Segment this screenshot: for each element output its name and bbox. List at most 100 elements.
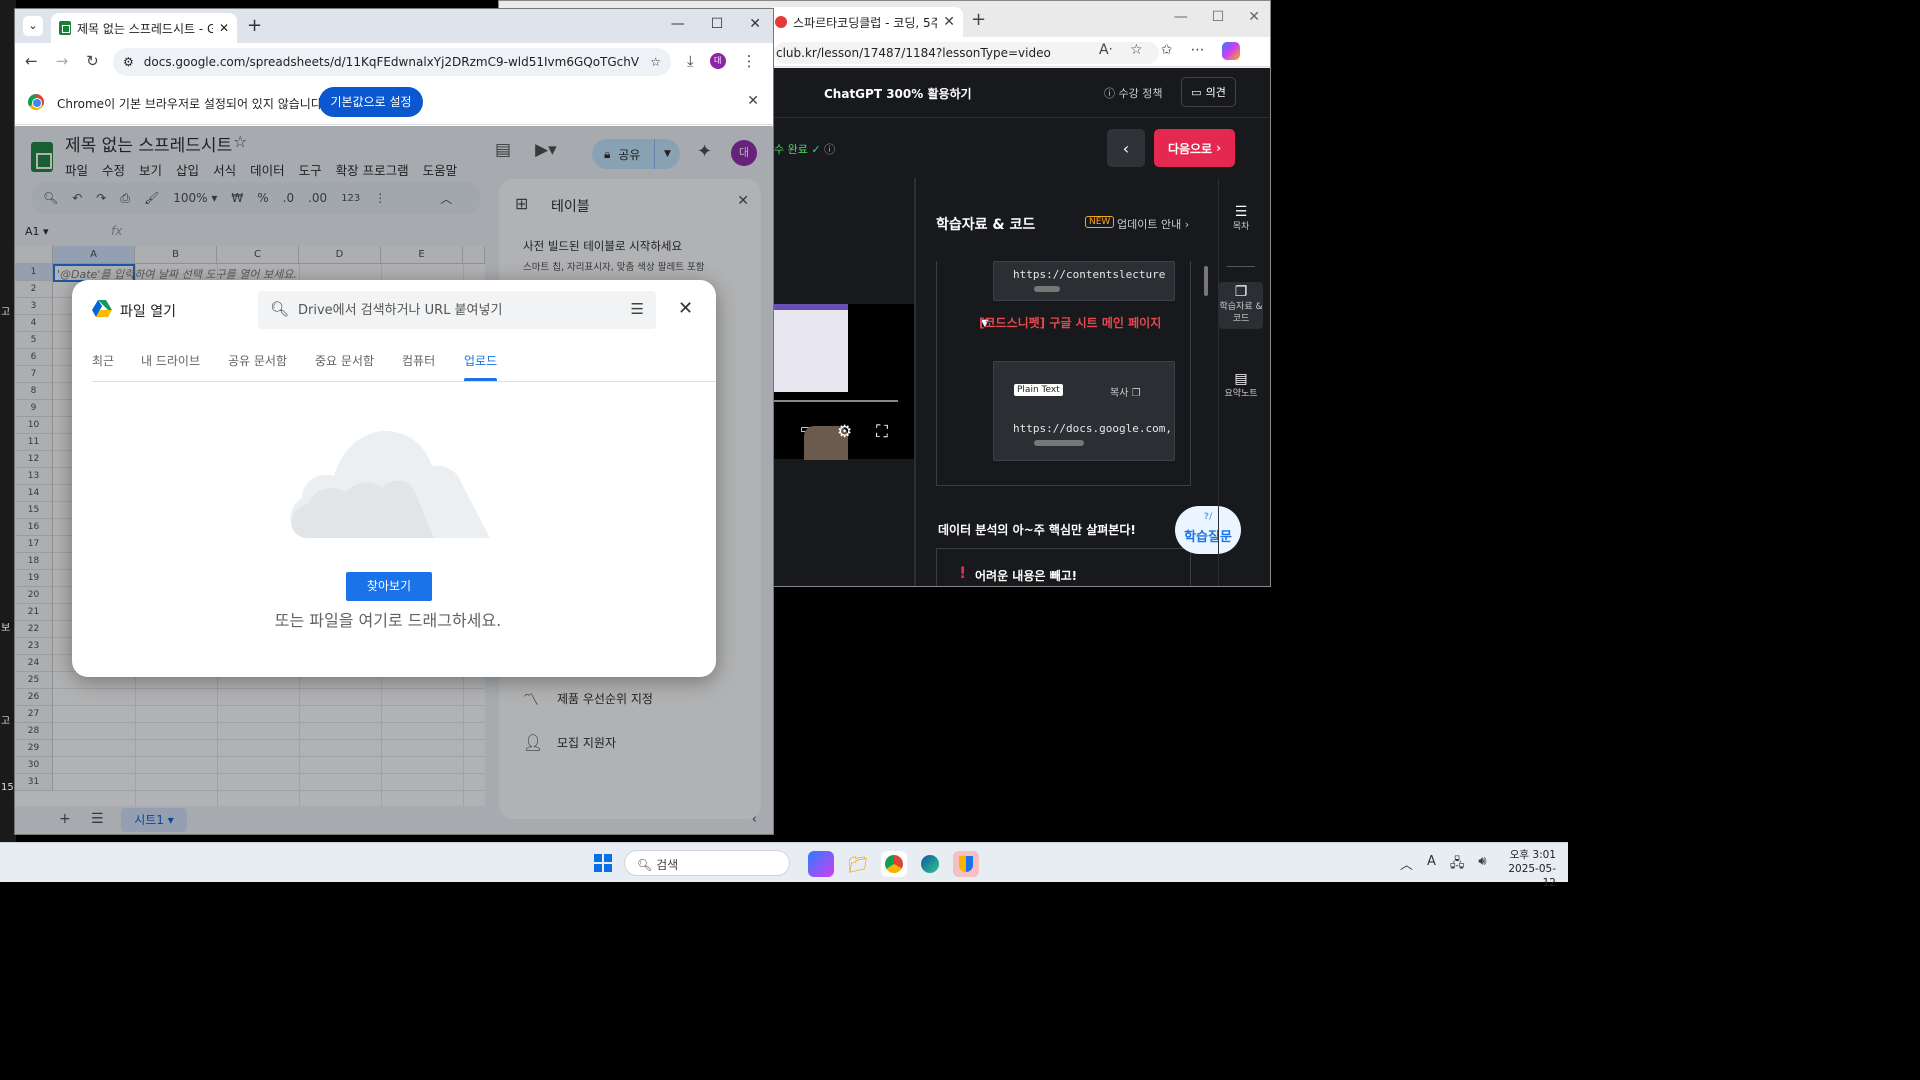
close-window-icon[interactable]: ✕ [749, 16, 761, 32]
close-tab-icon[interactable]: ✕ [219, 21, 229, 35]
chrome-app-icon[interactable] [881, 851, 907, 877]
site-info-icon[interactable]: ⚙ [123, 55, 134, 69]
desktop-icon-label[interactable]: 고 [1, 303, 10, 318]
profile-avatar[interactable]: 대 [709, 53, 726, 69]
side-nav-toc[interactable]: ☰ 목차 [1219, 204, 1263, 233]
chrome-address-bar[interactable]: ⚙ docs.google.com/spreadsheets/d/11KqFEd… [113, 48, 671, 76]
maximize-icon[interactable]: ☐ [711, 16, 724, 32]
video-progress-bar[interactable] [774, 400, 898, 402]
tab-computers[interactable]: 컴퓨터 [402, 352, 435, 369]
clock-date: 2025-05-12 [1508, 863, 1556, 889]
favorites-icon[interactable]: ✩ [1161, 42, 1173, 60]
windows-start-icon[interactable] [594, 854, 612, 872]
drive-search-input[interactable] [298, 299, 608, 321]
desktop-icon-label[interactable]: 고 [1, 712, 10, 727]
favorite-star-icon[interactable]: ☆ [1130, 42, 1143, 60]
tip-box: ! 어려운 내용은 빼고! [936, 548, 1191, 586]
chrome-toolbar: ← → ↻ ⚙ docs.google.com/spreadsheets/d/1… [15, 43, 773, 79]
set-default-button[interactable]: 기본값으로 설정 [319, 87, 423, 117]
chevron-up-icon[interactable]: ︿ [1400, 854, 1413, 876]
edge-window-controls: — ☐ ✕ [1174, 9, 1260, 25]
reload-icon[interactable]: ↻ [86, 52, 99, 70]
minimize-icon[interactable]: — [671, 16, 685, 32]
tab-starred[interactable]: 중요 문서함 [315, 352, 374, 369]
security-shield-icon[interactable] [953, 851, 979, 877]
more-icon[interactable]: ⋯ [1190, 42, 1204, 60]
maximize-icon[interactable]: ☐ [1212, 9, 1225, 25]
panel-scrollbar[interactable] [1204, 266, 1208, 296]
tab-shared[interactable]: 공유 문서함 [228, 352, 287, 369]
close-icon[interactable]: ✕ [747, 93, 759, 109]
horizontal-scrollbar[interactable] [1034, 440, 1084, 446]
tab-upload[interactable]: 업로드 [464, 352, 497, 369]
side-nav-label: 목차 [1232, 222, 1250, 232]
new-tab-icon[interactable]: + [971, 9, 986, 30]
edge-tab[interactable]: 스파르타코딩클럽 - 코딩, 5주만에 ✕ [767, 7, 963, 37]
copilot-app-icon[interactable] [808, 851, 834, 877]
back-arrow-icon[interactable]: ← [25, 52, 38, 70]
filter-options-icon[interactable]: ☰ [631, 300, 644, 318]
copy-button[interactable]: 복사 ❐ [1110, 384, 1141, 399]
sheets-favicon-icon [59, 21, 71, 35]
chevron-right-icon: › [1184, 218, 1190, 231]
settings-gear-icon[interactable]: ⚙ [837, 422, 852, 442]
search-icon: 🔍︎ [637, 858, 657, 872]
desktop-icon-label[interactable]: 15 [1, 782, 14, 793]
taskbar-search-label: 검색 [656, 858, 679, 872]
code-snippet-box: Plain Text 복사 ❐ https://docs.google.com, [993, 361, 1175, 461]
policy-link[interactable]: ⓘ 수강 정책 [1104, 85, 1162, 101]
close-icon[interactable]: ✕ [678, 298, 693, 319]
fullscreen-icon[interactable]: ⛶ [876, 422, 888, 442]
side-nav-label: 요약노트 [1224, 389, 1258, 399]
horizontal-scrollbar[interactable] [1034, 286, 1060, 292]
code-text[interactable]: https://contentslecture [1013, 268, 1173, 281]
desktop-icon-label[interactable]: 보 [1, 619, 10, 634]
policy-label: 수강 정책 [1118, 87, 1163, 100]
opinion-button[interactable]: ▭ 의견 [1181, 77, 1236, 107]
lesson-title: ChatGPT 300% 활용하기 [824, 87, 972, 101]
side-nav-divider [1227, 266, 1255, 267]
minimize-icon[interactable]: — [1174, 9, 1188, 25]
bookmark-star-icon[interactable]: ☆ [650, 55, 661, 69]
browse-button[interactable]: 찾아보기 [346, 572, 432, 601]
download-icon[interactable]: ⤓ [687, 52, 694, 70]
clock-time: 오후 3:01 [1509, 849, 1556, 861]
list-icon: ☰ [1234, 204, 1248, 220]
file-explorer-icon[interactable]: 📁︎ [845, 851, 871, 877]
section-heading: 데이터 분석의 아~주 핵심만 살펴본다! [938, 523, 1136, 537]
volume-icon[interactable]: 🔊︎ [1478, 854, 1486, 876]
tab-my-drive[interactable]: 내 드라이브 [141, 352, 200, 369]
read-aloud-icon[interactable]: Aᐧ [1099, 42, 1112, 60]
system-tray: ︿ A 🖧︎ 🔊︎ [1400, 854, 1487, 876]
code-text[interactable]: https://docs.google.com, [1013, 422, 1173, 435]
side-nav-label: 학습자료 & 코드 [1219, 302, 1263, 324]
kebab-menu-icon[interactable]: ⋮ [742, 52, 757, 70]
taskbar-clock[interactable]: 오후 3:01 2025-05-12 [1498, 848, 1556, 890]
file-open-dialog: 파일 열기 🔍︎ ☰ ✕ 최근 내 드라이브 공유 문서함 중요 문서함 컴퓨터… [72, 280, 716, 677]
chrome-logo-icon [28, 94, 44, 110]
next-lesson-button[interactable]: 다음으로 › [1154, 129, 1235, 167]
help-icon[interactable]: ⓘ [824, 143, 835, 156]
update-link[interactable]: 업데이트 안내 › [1117, 216, 1189, 232]
side-nav-summary[interactable]: ▤ 요약노트 [1219, 371, 1263, 400]
chrome-tab[interactable]: 제목 없는 스프레드시트 - Goo ✕ [51, 13, 237, 43]
ime-indicator[interactable]: A [1427, 854, 1436, 876]
edge-app-icon[interactable] [917, 851, 943, 877]
close-tab-icon[interactable]: ✕ [943, 14, 955, 30]
video-player[interactable]: ▭ ⚙ ⛶ [774, 304, 914, 460]
forward-arrow-icon[interactable]: → [56, 52, 69, 70]
copilot-icon[interactable] [1222, 42, 1241, 60]
new-tab-icon[interactable]: + [247, 15, 262, 36]
note-icon: ▤ [1234, 371, 1248, 387]
taskbar-search[interactable]: 🔍︎ 검색 [624, 850, 790, 876]
tab-recent[interactable]: 최근 [92, 352, 114, 369]
chrome-toolbar-actions: ⤓ 대 ⋮ [687, 52, 757, 70]
tab-search-icon[interactable]: ⌄ [23, 16, 43, 36]
chevron-left-icon: ‹ [1122, 138, 1130, 158]
content-divider [914, 178, 916, 586]
previous-lesson-button[interactable]: ‹ [1107, 129, 1145, 167]
side-nav-materials[interactable]: ❐ 학습자료 & 코드 [1219, 282, 1263, 329]
network-icon[interactable]: 🖧︎ [1450, 854, 1465, 876]
close-window-icon[interactable]: ✕ [1248, 9, 1260, 25]
next-lesson-label: 다음으로 [1167, 141, 1213, 156]
